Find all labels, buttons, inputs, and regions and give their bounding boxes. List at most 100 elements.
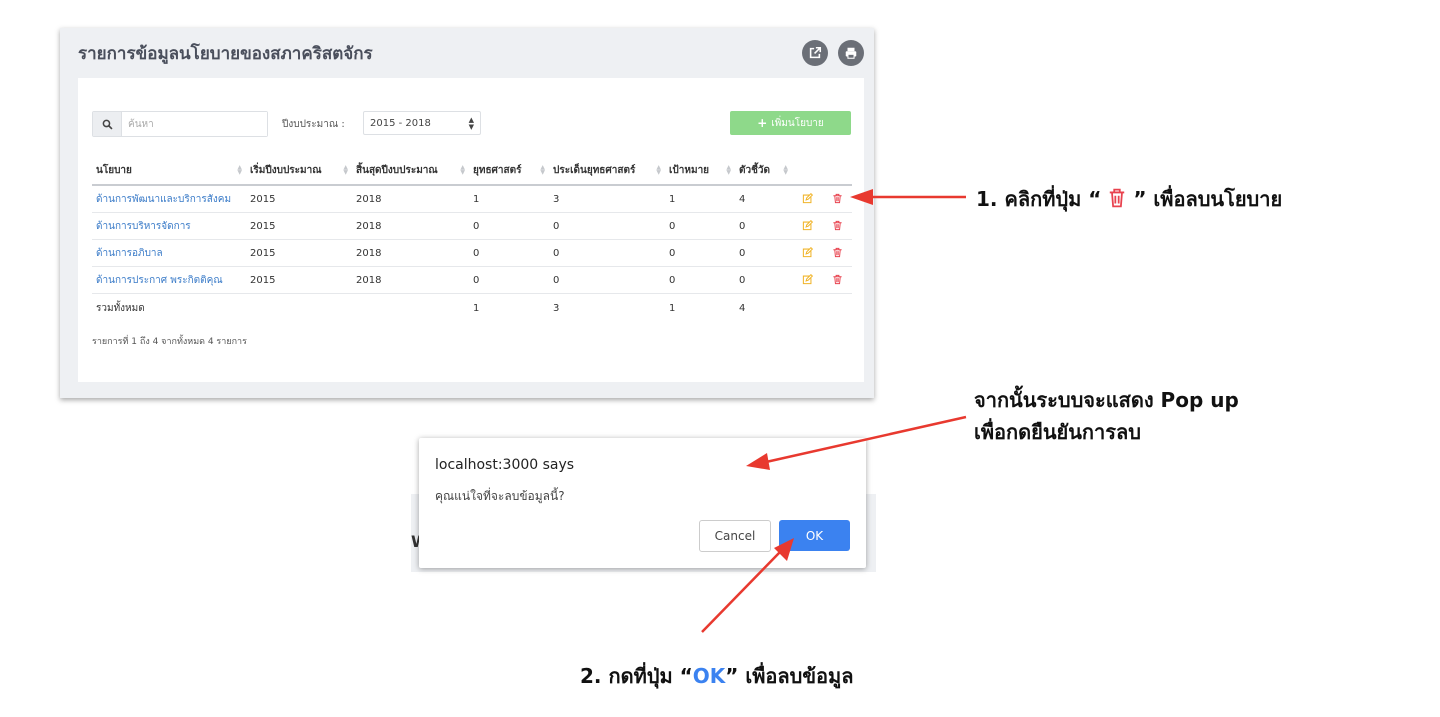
export-button[interactable]	[802, 40, 828, 66]
issue-cell: 0	[549, 239, 665, 267]
target-cell: 0	[665, 212, 735, 240]
indicator-cell: 0	[735, 266, 792, 294]
trash-icon	[1110, 188, 1125, 208]
trash-icon	[832, 275, 842, 285]
column-header-actions	[822, 156, 852, 186]
edit-icon	[802, 274, 813, 285]
policy-name-link[interactable]: ด้านการพัฒนาและบริการสังคม	[92, 185, 246, 213]
start-year-cell: 2015	[246, 266, 352, 294]
indicator-cell: 4	[735, 185, 792, 213]
policy-name-link[interactable]: ด้านการอภิบาล	[92, 239, 246, 267]
search-box	[92, 111, 268, 137]
issue-cell: 3	[549, 185, 665, 213]
policy-panel: รายการข้อมูลนโยบายของสภาคริสตจักร ปีงบปร…	[60, 28, 874, 398]
strategy-cell: 0	[469, 239, 549, 267]
table-info: รายการที่ 1 ถึง 4 จากทั้งหมด 4 รายการ	[92, 337, 247, 347]
search-icon	[102, 119, 113, 130]
cancel-button[interactable]: Cancel	[699, 520, 771, 552]
issue-cell: 0	[549, 266, 665, 294]
target-cell: 0	[665, 239, 735, 267]
table-row: ด้านการอภิบาล 2015 2018 0 0 0 0	[92, 239, 852, 267]
fiscal-year-select[interactable]: 2015 - 2018 ▲ ▼	[363, 111, 481, 135]
delete-button[interactable]	[822, 185, 852, 213]
edit-icon	[802, 193, 813, 204]
strategy-cell: 0	[469, 212, 549, 240]
total-indicator: 4	[735, 293, 792, 322]
delete-button[interactable]	[822, 212, 852, 240]
search-button[interactable]	[93, 112, 122, 136]
trash-icon	[832, 194, 842, 204]
sort-icon: ▲ ▼	[540, 164, 545, 176]
delete-button[interactable]	[822, 266, 852, 294]
edit-button[interactable]	[792, 266, 822, 294]
column-header[interactable]: เป้าหมาย ▲ ▼	[665, 156, 735, 186]
indicator-cell: 0	[735, 212, 792, 240]
table-row: ด้านการประกาศ พระกิตติคุณ 2015 2018 0 0 …	[92, 266, 852, 294]
select-arrows-icon: ▲ ▼	[468, 116, 474, 131]
end-year-cell: 2018	[352, 239, 469, 267]
policy-name-link[interactable]: ด้านการบริหารจัดการ	[92, 212, 246, 240]
column-header[interactable]: สิ้นสุดปีงบประมาณ ▲ ▼	[352, 156, 469, 186]
trash-icon	[832, 248, 842, 258]
edit-icon	[802, 247, 813, 258]
printer-icon	[845, 47, 857, 59]
total-target: 1	[665, 293, 735, 322]
policy-name-link[interactable]: ด้านการประกาศ พระกิตติคุณ	[92, 266, 246, 294]
column-header[interactable]: ประเด็นยุทธศาสตร์ ▲ ▼	[549, 156, 665, 186]
search-input[interactable]	[122, 112, 267, 136]
dialog-message: คุณแน่ใจที่จะลบข้อมูลนี้?	[435, 489, 565, 503]
total-strategy: 1	[469, 293, 549, 322]
column-header[interactable]: ตัวชี้วัด ▲ ▼	[735, 156, 792, 186]
ok-button[interactable]: OK	[779, 520, 850, 551]
add-policy-label: เพิ่มนโยบาย	[771, 117, 824, 129]
instruction-step-1: 1. คลิกที่ปุ่ม “ ” เพื่อลบนโยบาย	[976, 187, 1283, 211]
column-header-actions	[792, 156, 822, 186]
strategy-cell: 1	[469, 185, 549, 213]
plus-icon: +	[757, 116, 768, 130]
add-policy-button[interactable]: + เพิ่มนโยบาย	[730, 111, 851, 135]
delete-button[interactable]	[822, 239, 852, 267]
start-year-cell: 2015	[246, 185, 352, 213]
issue-cell: 0	[549, 212, 665, 240]
print-button[interactable]	[838, 40, 864, 66]
indicator-cell: 0	[735, 239, 792, 267]
table-row: ด้านการพัฒนาและบริการสังคม 2015 2018 1 3…	[92, 185, 852, 213]
fiscal-year-label: ปีงบประมาณ :	[282, 119, 345, 130]
panel-title: รายการข้อมูลนโยบายของสภาคริสตจักร	[78, 44, 373, 64]
edit-icon	[802, 220, 813, 231]
target-cell: 0	[665, 266, 735, 294]
column-header[interactable]: นโยบาย ▲ ▼	[92, 156, 246, 186]
table-row: ด้านการบริหารจัดการ 2015 2018 0 0 0 0	[92, 212, 852, 240]
end-year-cell: 2018	[352, 266, 469, 294]
strategy-cell: 0	[469, 266, 549, 294]
total-issue: 3	[549, 293, 665, 322]
policy-table: นโยบาย ▲ ▼ เริ่มปีงบประมาณ ▲ ▼ สิ้นสุดปีงบปร…	[92, 156, 852, 322]
trash-icon	[832, 221, 842, 231]
sort-icon: ▲ ▼	[726, 164, 731, 176]
start-year-cell: 2015	[246, 239, 352, 267]
edit-button[interactable]	[792, 212, 822, 240]
edit-button[interactable]	[792, 239, 822, 267]
end-year-cell: 2018	[352, 212, 469, 240]
sort-icon: ▲ ▼	[460, 164, 465, 176]
target-cell: 1	[665, 185, 735, 213]
instruction-step-2: 2. กดที่ปุ่ม “OK” เพื่อลบข้อมูล	[580, 664, 854, 688]
sort-icon: ▲ ▼	[783, 164, 788, 176]
column-header[interactable]: ยุทธศาสตร์ ▲ ▼	[469, 156, 549, 186]
dialog-title: localhost:3000 says	[435, 457, 575, 473]
start-year-cell: 2015	[246, 212, 352, 240]
edit-button[interactable]	[792, 185, 822, 213]
panel-body: ปีงบประมาณ : 2015 - 2018 ▲▼ + เพิ่มนโยบา…	[78, 78, 864, 382]
sort-icon: ▲ ▼	[343, 164, 348, 176]
table-header-row: นโยบาย ▲ ▼ เริ่มปีงบประมาณ ▲ ▼ สิ้นสุดปีงบปร…	[92, 156, 852, 186]
sort-icon: ▲ ▼	[237, 164, 242, 176]
instruction-popup-note: จากนั้นระบบจะแสดง Pop up เพื่อกดยืนยันกา…	[974, 388, 1239, 444]
table-total-row: รวมทั้งหมด 1 3 1 4	[92, 293, 852, 322]
end-year-cell: 2018	[352, 185, 469, 213]
fiscal-year-value: 2015 - 2018	[370, 117, 431, 129]
confirm-dialog: localhost:3000 says คุณแน่ใจที่จะลบข้อมู…	[419, 438, 866, 568]
column-header[interactable]: เริ่มปีงบประมาณ ▲ ▼	[246, 156, 352, 186]
total-label: รวมทั้งหมด	[92, 293, 246, 322]
external-link-icon	[809, 46, 822, 59]
sort-icon: ▲ ▼	[656, 164, 661, 176]
